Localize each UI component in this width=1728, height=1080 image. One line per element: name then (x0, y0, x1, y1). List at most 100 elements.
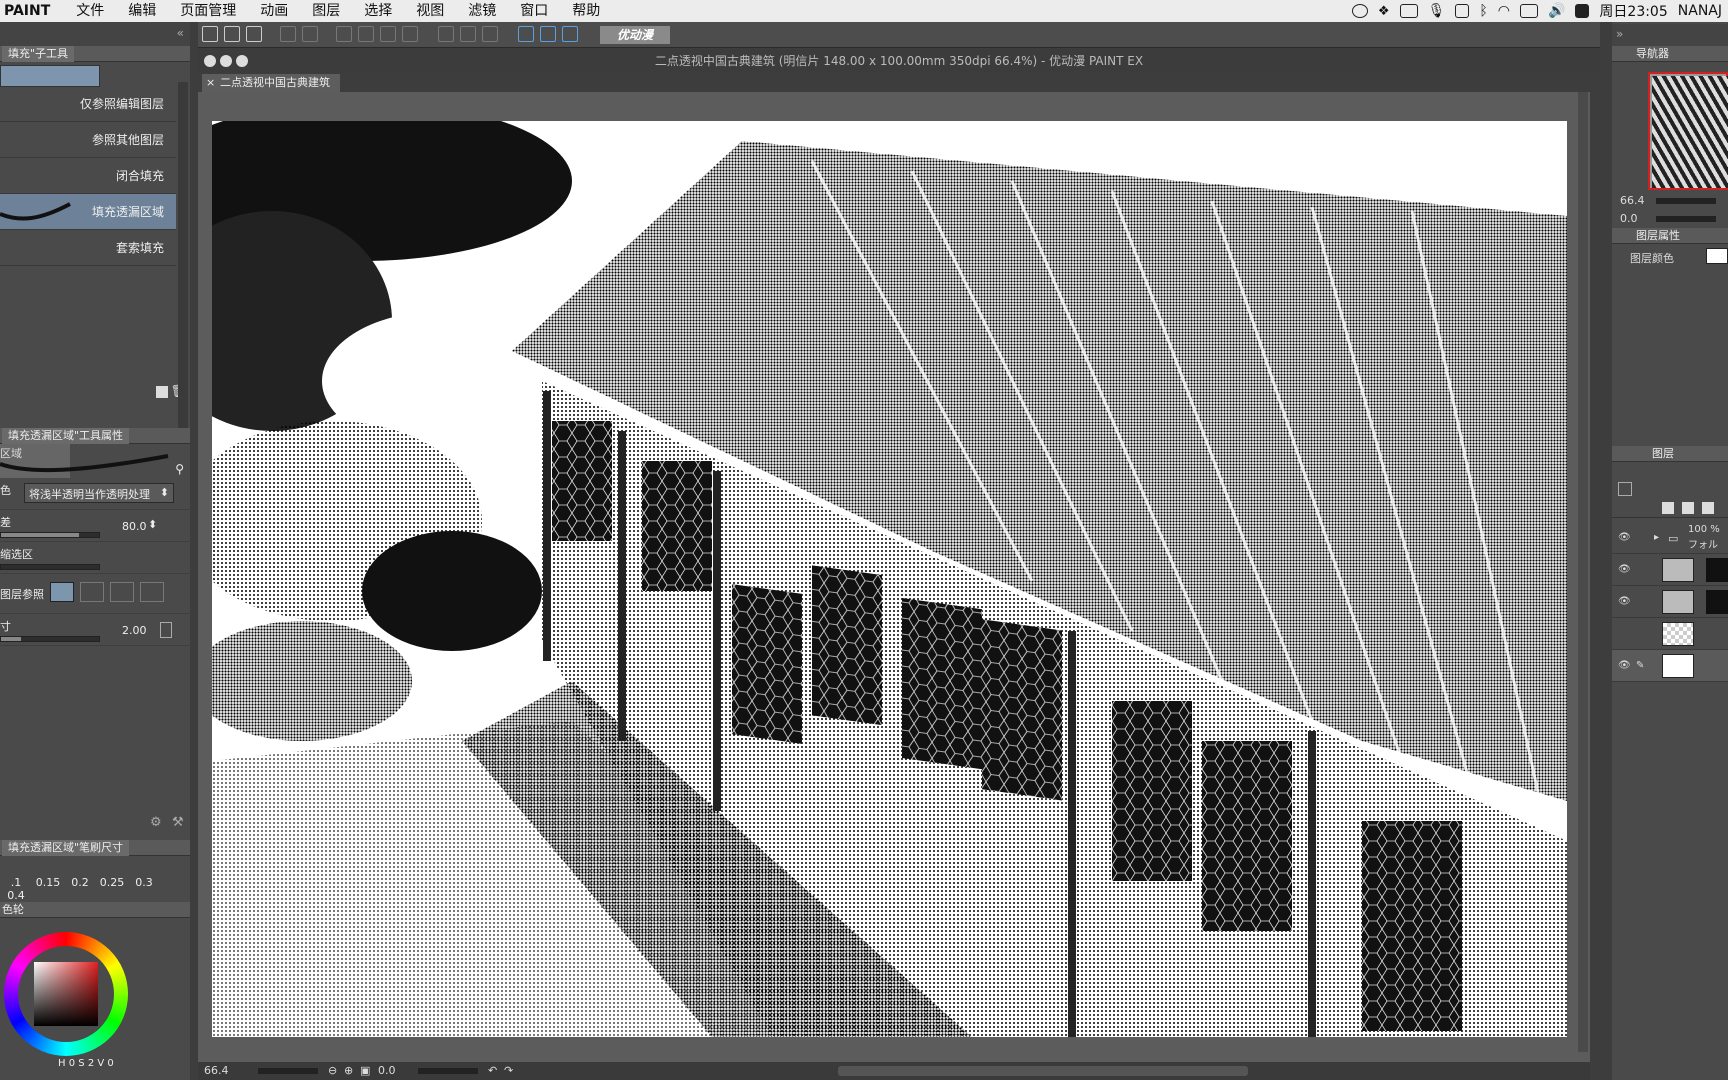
color-mode-select[interactable]: 将浅半透明当作透明处理 ⬍ (24, 483, 174, 503)
color-wheel-tab[interactable]: 色轮 (2, 903, 24, 916)
subtool-refer-other-layers[interactable]: 参照其他图层 (0, 122, 176, 158)
tolerance-slider[interactable] (0, 532, 100, 538)
user-name[interactable]: NANAJ (1678, 3, 1722, 19)
visibility-eye-icon[interactable]: 👁 (1618, 564, 1631, 575)
volume-icon[interactable]: 🔊 (1548, 3, 1565, 19)
collapse-icon[interactable]: « (177, 26, 184, 40)
menu-view[interactable]: 视图 (404, 0, 456, 22)
layers-tab[interactable]: 图层 (1652, 446, 1674, 462)
navigator-rotation-slider[interactable] (1656, 216, 1716, 222)
subtool-fill-gaps[interactable]: 填充透漏区域 (0, 194, 176, 230)
zoom-slider[interactable] (258, 1068, 318, 1074)
horizontal-scrollbar[interactable] (838, 1066, 1248, 1076)
wrench-icon[interactable]: ⚒ (172, 815, 184, 830)
menu-window[interactable]: 窗口 (508, 0, 560, 22)
visibility-eye-icon[interactable]: 👁 (1618, 596, 1631, 607)
redo-icon[interactable] (302, 26, 318, 42)
menu-filter[interactable]: 滤镜 (456, 0, 508, 22)
navigator-preview[interactable] (1648, 72, 1728, 190)
clock[interactable]: 周日23:05 (1599, 1, 1667, 21)
clear-icon[interactable] (336, 26, 352, 42)
menu-file[interactable]: 文件 (64, 0, 116, 22)
navigator-tab[interactable]: 导航器 (1636, 46, 1669, 62)
maximize-window-icon[interactable] (236, 55, 248, 67)
zoom-preview-icon[interactable]: ⚲ (175, 462, 184, 476)
new-file-icon[interactable] (202, 26, 218, 42)
new-raster-layer-icon[interactable] (1662, 502, 1674, 514)
subtool-lasso-fill[interactable]: 套索填充 (0, 230, 176, 266)
size-value[interactable]: 2.00 (122, 624, 147, 637)
layer-color-swatch[interactable] (1706, 248, 1728, 264)
brush-size-cell[interactable]: 0.15 (32, 876, 64, 889)
invert-selection-icon[interactable] (482, 26, 498, 42)
undo-icon[interactable] (280, 26, 296, 42)
size-option-icon[interactable] (160, 622, 172, 638)
bluetooth-icon[interactable]: ᛒ (1479, 3, 1487, 19)
wifi-icon[interactable]: ◠ (1498, 3, 1510, 19)
menu-select[interactable]: 选择 (352, 0, 404, 22)
fill-icon[interactable] (380, 26, 396, 42)
dropbox-icon[interactable]: ❖ (1378, 4, 1390, 19)
zoom-in-icon[interactable]: ⊕ (344, 1064, 353, 1077)
brush-size-tab[interactable]: 填充透漏区域"笔刷尺寸 (2, 840, 130, 856)
ref-folder-layer-icon[interactable] (140, 582, 164, 602)
new-subtool-icon[interactable] (156, 386, 168, 398)
saturation-value-square[interactable] (34, 962, 98, 1026)
expand-icon[interactable]: » (1616, 27, 1623, 41)
document-tab[interactable]: × 二点透视中国古典建筑 (202, 74, 340, 92)
layer-row[interactable]: 👁 (1612, 554, 1728, 586)
visibility-eye-icon[interactable]: 👁 (1618, 532, 1631, 543)
color-wheel[interactable] (4, 932, 128, 1056)
folder-expand-icon[interactable]: ▸ (1654, 532, 1659, 543)
menu-layer[interactable]: 图层 (300, 0, 352, 22)
close-window-icon[interactable] (204, 55, 216, 67)
layer-property-tab[interactable]: 图层属性 (1636, 228, 1680, 244)
close-tab-icon[interactable]: × (206, 74, 215, 92)
layer-row[interactable] (1612, 618, 1728, 650)
app-logo[interactable]: 优动漫 (600, 26, 670, 44)
subtool-edit-layer-only[interactable]: 仅参照编辑图层 (0, 86, 176, 122)
input-method-icon[interactable] (1455, 4, 1470, 18)
tool-property-tab[interactable]: 填充透漏区域"工具属性 (2, 428, 130, 444)
rotate-right-icon[interactable]: ↷ (504, 1064, 513, 1077)
menu-edit[interactable]: 编辑 (116, 0, 168, 22)
rotation-slider[interactable] (418, 1068, 478, 1074)
canvas[interactable] (212, 121, 1567, 1037)
visibility-eye-icon[interactable]: 👁 (1618, 660, 1631, 671)
snap-ruler-icon[interactable] (518, 26, 534, 42)
size-slider[interactable] (0, 636, 100, 642)
clear-outside-icon[interactable] (358, 26, 374, 42)
ref-selected-layer-icon[interactable] (110, 582, 134, 602)
settings-icon[interactable]: ⚙ (150, 815, 162, 830)
blend-mode-icon[interactable] (1618, 482, 1632, 496)
new-vector-layer-icon[interactable] (1682, 502, 1694, 514)
subtool-tab[interactable]: 填充"子工具 (2, 46, 75, 62)
menu-page[interactable]: 页面管理 (168, 0, 248, 22)
subtool-group-button[interactable] (0, 65, 100, 87)
transform-icon[interactable] (402, 26, 418, 42)
expand-slider[interactable] (0, 564, 100, 570)
navigator-zoom[interactable]: 66.4 (1620, 194, 1645, 207)
snap-special-ruler-icon[interactable] (540, 26, 556, 42)
brush-size-cell[interactable]: 0.4 (0, 889, 32, 902)
brush-size-cell[interactable]: 0.25 (96, 876, 128, 889)
hide-selection-icon[interactable] (438, 26, 454, 42)
layer-row-paper[interactable]: 👁 ✎ (1612, 650, 1728, 682)
tolerance-value[interactable]: 80.0 (122, 520, 147, 533)
brush-size-cell[interactable]: .1 (0, 876, 32, 889)
navigator-rotation[interactable]: 0.0 (1620, 212, 1638, 225)
open-file-icon[interactable] (224, 26, 240, 42)
microphone-icon[interactable]: 🎙 (1428, 3, 1446, 19)
fit-icon[interactable]: ▣ (360, 1064, 370, 1077)
clear-selection-icon[interactable] (460, 26, 476, 42)
app-status-icon[interactable] (1575, 4, 1590, 18)
rotation-readout[interactable]: 0.0 (378, 1064, 396, 1077)
layer-row-folder[interactable]: 👁 ▸ ▭ 100 % フォル (1612, 522, 1728, 554)
creative-cloud-icon[interactable] (1351, 4, 1368, 18)
canvas-vertical-scrollbar[interactable] (1578, 92, 1588, 1052)
brush-size-cell[interactable]: 0.2 (64, 876, 96, 889)
app-name[interactable]: PAINT (0, 3, 64, 19)
menu-help[interactable]: 帮助 (560, 0, 612, 22)
rotate-left-icon[interactable]: ↶ (488, 1064, 497, 1077)
zoom-readout[interactable]: 66.4 (204, 1064, 229, 1077)
